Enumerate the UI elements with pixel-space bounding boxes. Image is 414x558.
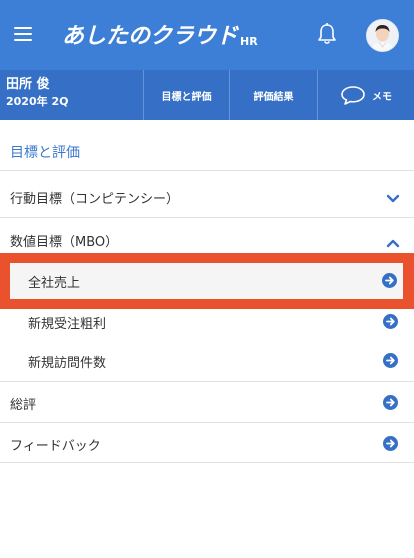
bell-icon[interactable] — [316, 22, 338, 46]
app-header: あしたのクラウド HR — [0, 0, 414, 70]
arrow-right-circle-icon — [383, 395, 398, 410]
list-item-label: 新規訪問件数 — [28, 356, 107, 371]
speech-bubble-icon — [340, 85, 366, 105]
logo-sub: HR — [240, 35, 258, 48]
arrow-right-circle-icon — [383, 436, 398, 451]
list-item-label: 総評 — [10, 398, 37, 413]
tab-evaluation-results[interactable]: 評価結果 — [229, 70, 317, 120]
list-item-new-visits[interactable]: 新規訪問件数 — [0, 341, 414, 381]
arrow-right-circle-icon — [383, 353, 398, 368]
list-item-total-sales[interactable]: 全社売上 — [10, 263, 403, 299]
user-subheader: 田所 俊 2020年 2Q 目標と評価 評価結果 メモ — [0, 70, 414, 120]
list-item-label: 全社売上 — [28, 276, 81, 291]
list-item-label: 行動目標（コンピテンシー） — [10, 192, 180, 207]
tab-label: 目標と評価 — [161, 91, 212, 103]
list-item-label: 新規受注粗利 — [28, 317, 107, 332]
tab-label: メモ — [372, 91, 392, 103]
list-item-label: 数値目標（MBO） — [10, 235, 119, 250]
highlight-frame: 全社売上 — [0, 253, 414, 309]
evaluation-period: 2020年 2Q — [6, 95, 69, 108]
list-item-new-orders-profit[interactable]: 新規受注粗利 — [0, 309, 414, 341]
list-item-competency[interactable]: 行動目標（コンピテンシー） — [0, 170, 414, 217]
list-item-general-review[interactable]: 総評 — [0, 381, 414, 422]
tab-memo[interactable]: メモ — [317, 70, 414, 120]
list-item-label: フィードバック — [10, 439, 101, 454]
section-title: 目標と評価 — [10, 145, 80, 161]
tab-goals-evaluation[interactable]: 目標と評価 — [143, 70, 229, 120]
logo-text: あしたのクラウド — [62, 24, 239, 49]
user-name: 田所 俊 — [6, 77, 50, 92]
hamburger-menu-icon[interactable] — [14, 26, 32, 42]
arrow-right-circle-icon — [383, 314, 398, 329]
tab-label: 評価結果 — [253, 91, 294, 103]
list-item-feedback[interactable]: フィードバック — [0, 422, 414, 463]
chevron-down-icon — [386, 189, 400, 208]
arrow-right-circle-icon — [382, 273, 397, 288]
user-info: 田所 俊 2020年 2Q — [6, 76, 68, 110]
list-item-mbo[interactable]: 数値目標（MBO） — [0, 217, 414, 253]
chevron-up-icon — [386, 233, 400, 252]
app-logo: あしたのクラウド HR — [62, 18, 258, 50]
user-avatar[interactable] — [366, 19, 399, 52]
